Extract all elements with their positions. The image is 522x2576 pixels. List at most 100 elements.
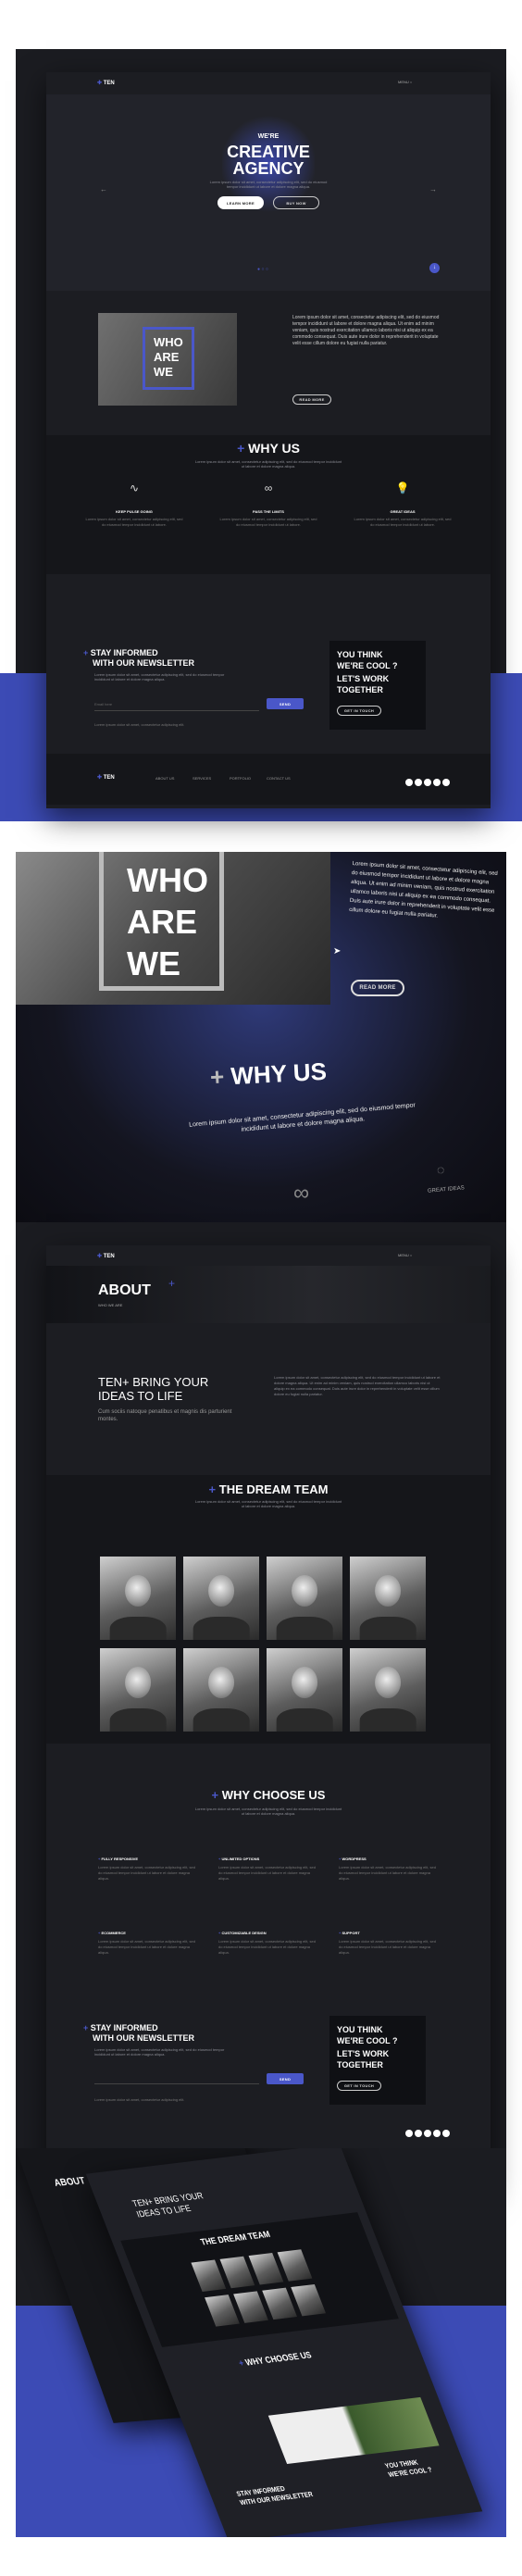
closeup-section: WHO ARE WE Lorem ipsum dolor sit amet, c… (16, 852, 506, 1222)
closeup-lightbulb-icon: ◌ (437, 1162, 445, 1177)
closeup-body: Lorem ipsum dolor sit amet, consectetur … (348, 860, 498, 919)
feature-1: ∿ KEEP PULSE GOING Lorem ipsum dolor sit… (83, 481, 185, 528)
closeup-word3: WE (127, 944, 180, 982)
about-cta-button[interactable]: GET IN TOUCH (337, 2081, 381, 2091)
footer-link-portfolio[interactable]: PORTFOLIO (230, 776, 251, 781)
dribbble-icon[interactable] (442, 2130, 450, 2137)
menu-button[interactable]: MENU ○ (398, 80, 412, 84)
who-read-more-button[interactable]: READ MORE (292, 394, 331, 405)
perspective-newsletter: STAY INFORMED WITH OUR NEWSLETTER (235, 2485, 315, 2507)
team-member-photo[interactable] (183, 1648, 259, 1732)
perspective-team-photo (233, 2291, 268, 2323)
newsletter-send-button[interactable]: SEND (267, 698, 304, 709)
instagram-icon[interactable] (433, 779, 441, 786)
logo-plus-icon: ✚ (97, 81, 103, 86)
twitter-icon[interactable] (415, 2130, 422, 2137)
choose-item-3-title: + WORDPRESS (339, 1857, 367, 1861)
infinity-icon: ∞ (264, 481, 273, 494)
about-intro-body: Lorem ipsum dolor sit amet, consectetur … (274, 1375, 441, 1396)
feature-3-text: Lorem ipsum dolor sit amet, consectetur … (354, 517, 452, 527)
perspective-choose-title: + WHY CHOOSE US (237, 2349, 314, 2369)
cta-get-in-touch-button[interactable]: GET IN TOUCH (337, 706, 381, 716)
about-subtitle: WHO WE ARE (98, 1303, 123, 1307)
perspective-team-photo (248, 2253, 284, 2285)
next-slide-arrow-icon[interactable]: → (429, 185, 437, 194)
footer-link-contact[interactable]: CONTACT US (267, 776, 291, 781)
team-member-photo[interactable] (267, 1648, 342, 1732)
facebook-icon[interactable] (405, 2130, 413, 2137)
choose-item-5-title: + CUSTOMIZABLE DESIGN (218, 1931, 267, 1935)
facebook-icon[interactable] (405, 779, 413, 786)
cursor-icon: ➤ (333, 946, 342, 957)
feature-1-text: Lorem ipsum dolor sit amet, consectetur … (85, 517, 183, 527)
footer-logo[interactable]: ✚ TEN (97, 774, 115, 781)
closeup-great-ideas: GREAT IDEAS (427, 1185, 465, 1194)
closeup-plus-icon: + (209, 1062, 232, 1092)
team-member-photo[interactable] (267, 1557, 342, 1640)
why-section: + WHY US Lorem ipsum dolor sit amet, con… (46, 435, 491, 574)
about-footer-social-icons (404, 2125, 450, 2142)
choose-item-1: + FULLY RESPONSIVE Lorem ipsum dolor sit… (98, 1857, 200, 1882)
feature-1-title: KEEP PULSE GOING (116, 509, 153, 514)
cta-box: YOU THINK WE'RE COOL ? LET'S WORK TOGETH… (329, 641, 426, 730)
perspective-about: ABOUT (52, 2175, 87, 2189)
footer-link-about[interactable]: ABOUT US (155, 776, 174, 781)
who-body: Lorem ipsum dolor sit amet, consectetur … (292, 315, 440, 346)
choose-subtitle: Lorem ipsum dolor sit amet, consectetur … (194, 1807, 342, 1816)
choose-item-5: + CUSTOMIZABLE DESIGN Lorem ipsum dolor … (218, 1931, 320, 1956)
team-member-photo[interactable] (183, 1557, 259, 1640)
perspective-team-photo (277, 2249, 313, 2282)
team-member-photo[interactable] (100, 1648, 176, 1732)
learn-more-button[interactable]: LEARN MORE (218, 196, 264, 209)
closeup-read-more-button[interactable]: READ MORE (351, 980, 404, 996)
choose-item-2-text: Lorem ipsum dolor sit amet, consectetur … (218, 1865, 316, 1881)
team-member-photo[interactable] (100, 1557, 176, 1640)
search-icon: ○ (409, 80, 413, 84)
prev-slide-arrow-icon[interactable]: ← (100, 185, 107, 194)
instagram-icon[interactable] (433, 2130, 441, 2137)
team-member-photo[interactable] (350, 1648, 426, 1732)
closeup-infinity-icon: ∞ (293, 1181, 310, 1206)
closeup-why-title: + WHY US (209, 1057, 328, 1092)
hero-subtitle: Lorem ipsum dolor sit amet, consectetur … (209, 180, 328, 189)
perspective-cta: YOU THINK WE'RE COOL ? (384, 2459, 434, 2480)
about-banner: ABOUT + WHO WE ARE (46, 1266, 491, 1323)
choose-item-4-text: Lorem ipsum dolor sit amet, consectetur … (98, 1939, 195, 1955)
team-member-photo[interactable] (350, 1557, 426, 1640)
choose-item-6-text: Lorem ipsum dolor sit amet, consectetur … (339, 1939, 436, 1955)
about-menu-button[interactable]: MENU ○ (398, 1253, 412, 1257)
linkedin-icon[interactable] (424, 2130, 431, 2137)
closeup-photo: WHO ARE WE (16, 852, 330, 1005)
why-title: + WHY US (237, 441, 300, 456)
closeup-word2: ARE (127, 903, 198, 941)
newsletter-email-input[interactable]: Email here (94, 702, 259, 711)
choose-item-2: + UNLIMITED OPTIONS Lorem ipsum dolor si… (218, 1857, 320, 1882)
newsletter-title: + STAY INFORMED WITH OUR NEWSLETTER (83, 648, 194, 668)
about-page-frame: ✚ TEN MENU ○ ABOUT + WHO WE ARE TEN+ BRI… (46, 1245, 491, 2190)
slider-dots[interactable]: ● ○ ○ (257, 267, 268, 272)
home-page-frame: ✚ TEN MENU ○ WE'RE CREATIVE AGENCY Lorem… (46, 72, 491, 808)
newsletter-text: Lorem ipsum dolor sit amet, consectetur … (94, 672, 225, 682)
feature-3: 💡 GREAT IDEAS Lorem ipsum dolor sit amet… (352, 481, 454, 528)
about-newsletter-send-button[interactable]: SEND (267, 2073, 304, 2084)
newsletter-plus-icon: + (83, 648, 91, 657)
choose-title: + WHY CHOOSE US (211, 1788, 326, 1802)
choose-item-4: + ECOMMERCE Lorem ipsum dolor sit amet, … (98, 1931, 200, 1956)
footer-link-services[interactable]: SERVICES (193, 776, 211, 781)
team-plus-icon: + (208, 1482, 219, 1496)
site-logo[interactable]: ✚ TEN (97, 80, 115, 86)
cta-line1: YOU THINK (337, 650, 383, 659)
linkedin-icon[interactable] (424, 779, 431, 786)
dribbble-icon[interactable] (442, 779, 450, 786)
about-cta-box: YOU THINK WE'RE COOL ? LET'S WORK TOGETH… (329, 2016, 426, 2105)
footer-social-icons (404, 774, 450, 791)
twitter-icon[interactable] (415, 779, 422, 786)
hero-kicker: WE'RE (257, 133, 280, 140)
about-logo[interactable]: ✚ TEN (97, 1253, 115, 1259)
scroll-down-button[interactable]: ↓ (429, 263, 440, 273)
choose-item-6: + SUPPORT Lorem ipsum dolor sit amet, co… (339, 1931, 441, 1956)
about-newsletter-email-input[interactable] (94, 2075, 259, 2084)
about-search-icon: ○ (409, 1253, 413, 1257)
who-word2: ARE (154, 350, 180, 364)
buy-now-button[interactable]: BUY NOW (273, 196, 319, 209)
